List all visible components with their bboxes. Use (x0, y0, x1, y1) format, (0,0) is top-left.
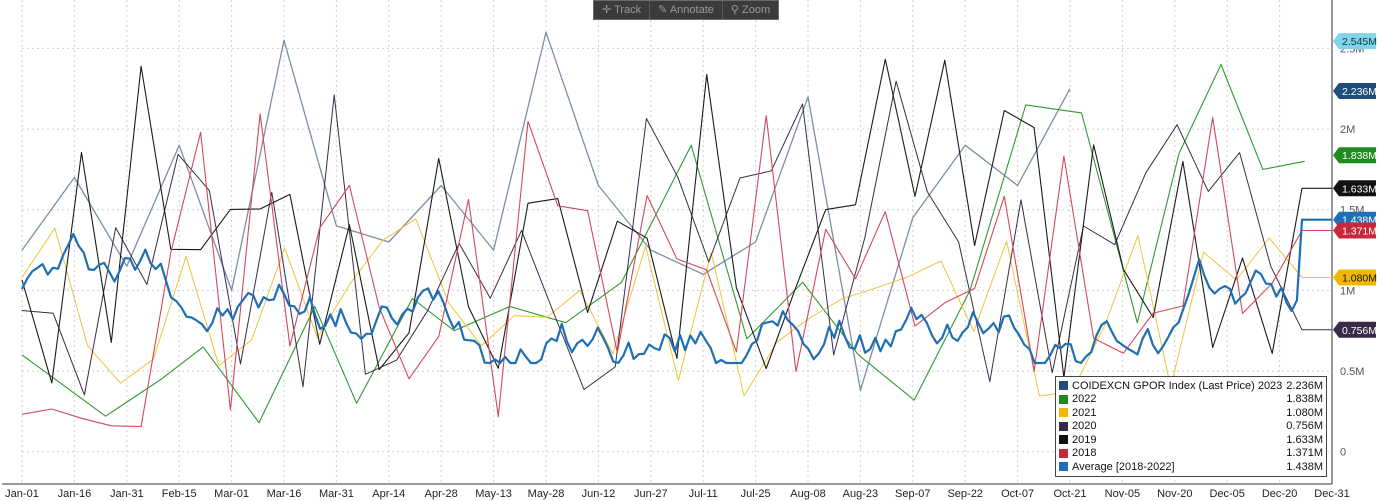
x-tick-label: May-13 (475, 488, 512, 500)
legend-item: COIDEXCN GPOR Index (Last Price) 2023 2.2… (1059, 379, 1323, 393)
value-badge: 2.236M (1333, 82, 1377, 99)
legend-swatch (1059, 408, 1068, 418)
x-tick-label: Oct-07 (1001, 488, 1034, 500)
x-tick-label: Dec-20 (1262, 488, 1297, 500)
series-line-y2019 (21, 58, 1332, 384)
annotate-label: Annotate (669, 4, 714, 16)
annotate-button[interactable]: ✎ Annotate (650, 1, 723, 19)
track-label: Track (614, 4, 642, 16)
y-tick-label: 0 (1340, 447, 1346, 459)
x-tick-label: Apr-28 (425, 488, 458, 500)
y-tick-label: 1M (1340, 285, 1355, 297)
x-tick-label: Jul-25 (741, 488, 771, 500)
x-tick-label: Aug-23 (843, 488, 878, 500)
y-tick-label: 2M (1340, 124, 1355, 136)
legend-label: 2021 (1072, 406, 1097, 419)
value-badge: 1.838M (1333, 147, 1377, 164)
legend-item: Average [2018-2022] 1.438M (1059, 460, 1323, 474)
value-badge: 2.545M (1333, 33, 1377, 50)
value-badge-label: 1.633M (1342, 183, 1377, 195)
legend-swatch (1059, 435, 1068, 445)
value-badge: 1.371M (1333, 222, 1377, 239)
legend-value: 0.756M (1286, 420, 1323, 433)
legend-label: Average [2018-2022] (1072, 460, 1175, 473)
legend-label: COIDEXCN GPOR Index (Last Price) 2023 (1072, 379, 1283, 392)
x-tick-label: Apr-14 (372, 488, 405, 500)
legend-item: 2022 1.838M (1059, 393, 1323, 407)
x-tick-label: Oct-21 (1053, 488, 1086, 500)
legend-swatch (1059, 448, 1068, 458)
legend-item: 2021 1.080M (1059, 406, 1323, 420)
series-line-y2021 (21, 218, 1332, 397)
legend-item: 2018 1.371M (1059, 447, 1323, 461)
legend-value: 1.080M (1286, 406, 1323, 419)
chart-toolbar: ✛ Track ✎ Annotate ⚲ Zoom (593, 0, 780, 20)
legend-swatch (1059, 421, 1068, 431)
legend-label: 2022 (1072, 393, 1097, 406)
x-tick-label: Jul-11 (689, 488, 718, 500)
value-badge-label: 1.080M (1342, 272, 1377, 284)
legend-swatch (1059, 381, 1068, 391)
legend-label: 2020 (1072, 420, 1097, 433)
x-tick-label: Jun-12 (582, 488, 616, 500)
legend-value: 1.633M (1286, 433, 1323, 446)
x-tick-label: Sep-22 (947, 488, 982, 500)
x-tick-label: Nov-20 (1157, 488, 1192, 500)
legend-value: 1.371M (1286, 447, 1323, 460)
value-badge-label: 1.371M (1342, 226, 1377, 238)
value-badge-label: 1.838M (1342, 150, 1377, 162)
value-badge: 1.080M (1333, 269, 1377, 286)
legend-value: 2.236M (1286, 379, 1323, 392)
value-badge: 0.756M (1333, 321, 1377, 338)
legend-value: 1.438M (1286, 460, 1323, 473)
y-tick-label: 0.5M (1340, 366, 1364, 378)
x-tick-label: Jan-31 (110, 488, 144, 500)
x-tick-label: Dec-05 (1209, 488, 1244, 500)
track-button[interactable]: ✛ Track (594, 1, 651, 19)
x-tick-label: May-28 (528, 488, 565, 500)
x-tick-label: Mar-16 (267, 488, 302, 500)
legend-item: 2019 1.633M (1059, 433, 1323, 447)
x-tick-label: Aug-08 (790, 488, 825, 500)
x-tick-label: Jan-16 (58, 488, 92, 500)
legend-swatch (1059, 462, 1068, 472)
legend-label: 2018 (1072, 447, 1097, 460)
value-badge-label: 2.545M (1342, 36, 1377, 48)
x-tick-label: Sep-07 (895, 488, 930, 500)
value-badge-label: 2.236M (1342, 86, 1377, 98)
legend-swatch (1059, 394, 1068, 404)
zoom-label: Zoom (742, 4, 771, 16)
value-badge: 1.633M (1333, 180, 1377, 197)
chart-legend: COIDEXCN GPOR Index (Last Price) 2023 2.2… (1055, 376, 1327, 477)
x-tick-label: Mar-01 (214, 488, 249, 500)
zoom-button[interactable]: ⚲ Zoom (723, 1, 778, 19)
x-tick-label: Nov-05 (1105, 488, 1140, 500)
legend-item: 2020 0.756M (1059, 420, 1323, 434)
chart-stage: Jan-01 Jan-16 Jan-31 Feb-15 Mar-01 Mar-16 Mar-… (0, 0, 1377, 501)
x-tick-label: Jan-01 (5, 488, 39, 500)
x-tick-label: Feb-15 (162, 488, 197, 500)
x-tick-label: Mar-31 (319, 488, 354, 500)
value-badge-label: 0.756M (1342, 325, 1377, 337)
legend-value: 1.838M (1286, 393, 1323, 406)
legend-label: 2019 (1072, 433, 1097, 446)
x-tick-label: Jun-27 (634, 488, 668, 500)
x-tick-label: Dec-31 (1314, 488, 1349, 500)
